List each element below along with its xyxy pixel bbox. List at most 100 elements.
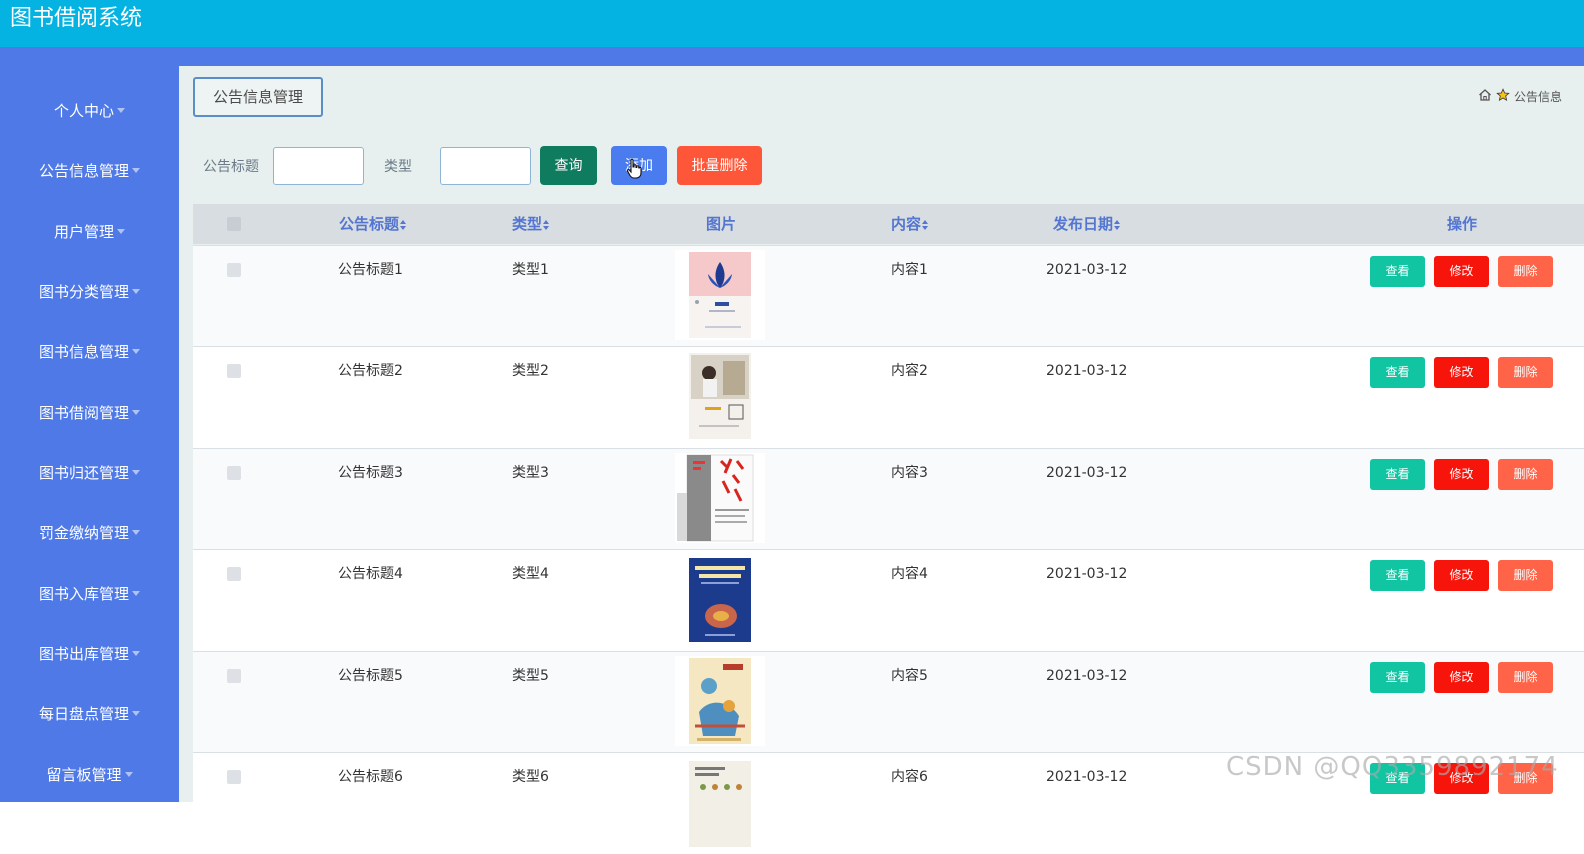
view-button[interactable]: 查看 xyxy=(1370,560,1425,591)
edit-button[interactable]: 修改 xyxy=(1434,256,1489,287)
query-button[interactable]: 查询 xyxy=(540,146,597,185)
row-checkbox[interactable] xyxy=(227,567,241,581)
delete-button[interactable]: 删除 xyxy=(1498,459,1553,490)
column-header-title[interactable]: 公告标题 xyxy=(339,204,407,244)
sort-icon[interactable] xyxy=(543,219,550,230)
view-button[interactable]: 查看 xyxy=(1370,357,1425,388)
book-cover-image xyxy=(675,351,765,441)
sidebar-item-message-board[interactable]: 留言板管理 xyxy=(0,760,179,790)
table-row: 公告标题2 类型2 内容2 2021-03-12 查看 修改 删除 xyxy=(193,346,1584,448)
sidebar-item-label: 留言板管理 xyxy=(46,766,122,784)
column-header-content[interactable]: 内容 xyxy=(891,204,929,244)
sidebar-item-announcements[interactable]: 公告信息管理 xyxy=(0,156,179,186)
sidebar-item-stock-in[interactable]: 图书入库管理 xyxy=(0,579,179,609)
sort-icon[interactable] xyxy=(1114,219,1121,230)
row-type: 类型3 xyxy=(512,465,549,481)
sidebar-item-borrowing[interactable]: 图书借阅管理 xyxy=(0,398,179,428)
table-header: 公告标题 类型 图片 内容 发布日期 操作 xyxy=(193,204,1584,244)
type-search-input[interactable] xyxy=(440,147,531,185)
row-title: 公告标题3 xyxy=(338,465,403,481)
row-date: 2021-03-12 xyxy=(1046,262,1128,278)
sidebar-item-stock-out[interactable]: 图书出库管理 xyxy=(0,639,179,669)
row-title: 公告标题2 xyxy=(338,363,403,379)
row-content: 内容4 xyxy=(891,566,928,582)
column-header-label: 发布日期 xyxy=(1053,215,1114,233)
watermark: CSDN @QQ3359892174 xyxy=(1226,752,1559,782)
app-title: 图书借阅系统 xyxy=(10,6,143,31)
row-date: 2021-03-12 xyxy=(1046,566,1128,582)
column-header-type[interactable]: 类型 xyxy=(512,204,550,244)
sidebar-item-book-categories[interactable]: 图书分类管理 xyxy=(0,277,179,307)
sidebar-item-label: 图书出库管理 xyxy=(38,645,129,663)
sidebar-item-daily-inventory[interactable]: 每日盘点管理 xyxy=(0,699,179,729)
row-checkbox[interactable] xyxy=(227,770,241,784)
book-cover-image xyxy=(675,757,765,847)
column-header-date[interactable]: 发布日期 xyxy=(1053,204,1121,244)
sidebar-item-label: 图书入库管理 xyxy=(38,585,129,603)
sidebar-item-returns[interactable]: 图书归还管理 xyxy=(0,458,179,488)
row-content: 内容6 xyxy=(891,769,928,785)
table-row: 公告标题3 类型3 内容3 2021-03-12 查看 修改 删除 xyxy=(193,448,1584,550)
sidebar-item-label: 图书信息管理 xyxy=(38,343,129,361)
star-icon xyxy=(1496,87,1510,105)
delete-button[interactable]: 删除 xyxy=(1498,560,1553,591)
row-checkbox[interactable] xyxy=(227,669,241,683)
table-row: 公告标题5 类型5 内容5 2021-03-12 查看 修改 删除 xyxy=(193,651,1584,753)
sidebar: 个人中心 公告信息管理 用户管理 图书分类管理 图书信息管理 图书借阅管理 图书… xyxy=(0,66,179,802)
delete-button[interactable]: 删除 xyxy=(1498,662,1553,693)
edit-button[interactable]: 修改 xyxy=(1434,560,1489,591)
table-row: 公告标题4 类型4 内容4 2021-03-12 查看 修改 删除 xyxy=(193,549,1584,651)
caret-down-icon xyxy=(132,590,140,596)
view-button[interactable]: 查看 xyxy=(1370,662,1425,693)
book-cover-image xyxy=(675,453,765,543)
title-search-input[interactable] xyxy=(273,147,364,185)
sidebar-item-personal-center[interactable]: 个人中心 xyxy=(0,96,179,126)
book-cover-image xyxy=(675,250,765,340)
edit-button[interactable]: 修改 xyxy=(1434,662,1489,693)
sidebar-item-label: 公告信息管理 xyxy=(38,162,129,180)
column-header-label: 内容 xyxy=(891,215,922,233)
row-title: 公告标题4 xyxy=(338,566,403,582)
row-content: 内容5 xyxy=(891,668,928,684)
sort-icon[interactable] xyxy=(922,219,929,230)
row-date: 2021-03-12 xyxy=(1046,363,1128,379)
caret-down-icon xyxy=(117,107,125,113)
caret-down-icon xyxy=(132,650,140,656)
row-content: 内容2 xyxy=(891,363,928,379)
breadcrumb-current[interactable]: 公告信息 xyxy=(1514,88,1562,105)
edit-button[interactable]: 修改 xyxy=(1434,357,1489,388)
sidebar-item-label: 图书归还管理 xyxy=(38,464,129,482)
view-button[interactable]: 查看 xyxy=(1370,459,1425,490)
type-filter-label: 类型 xyxy=(384,159,412,175)
sidebar-item-fines[interactable]: 罚金缴纳管理 xyxy=(0,518,179,548)
sidebar-item-label: 每日盘点管理 xyxy=(38,705,129,723)
row-title: 公告标题6 xyxy=(338,769,403,785)
breadcrumb: 公告信息 xyxy=(1478,87,1562,105)
view-button[interactable]: 查看 xyxy=(1370,256,1425,287)
sort-icon[interactable] xyxy=(400,219,407,230)
table-row: 公告标题1 类型1 内容1 2021-03-12 查看 修改 删除 xyxy=(193,245,1584,347)
sidebar-item-users[interactable]: 用户管理 xyxy=(0,217,179,247)
row-checkbox[interactable] xyxy=(227,466,241,480)
row-date: 2021-03-12 xyxy=(1046,465,1128,481)
caret-down-icon xyxy=(132,167,140,173)
batch-delete-button[interactable]: 批量删除 xyxy=(677,146,762,185)
home-icon[interactable] xyxy=(1478,88,1492,105)
top-bar: 图书借阅系统 xyxy=(0,0,1584,47)
hand-cursor-icon xyxy=(626,158,642,185)
title-filter-label: 公告标题 xyxy=(203,159,259,175)
column-header-image: 图片 xyxy=(706,215,737,233)
edit-button[interactable]: 修改 xyxy=(1434,459,1489,490)
delete-button[interactable]: 删除 xyxy=(1498,256,1553,287)
delete-button[interactable]: 删除 xyxy=(1498,357,1553,388)
row-type: 类型5 xyxy=(512,668,549,684)
page-title: 公告信息管理 xyxy=(193,77,323,117)
row-checkbox[interactable] xyxy=(227,364,241,378)
select-all-checkbox[interactable] xyxy=(227,217,241,231)
sidebar-item-book-info[interactable]: 图书信息管理 xyxy=(0,337,179,367)
row-type: 类型4 xyxy=(512,566,549,582)
row-date: 2021-03-12 xyxy=(1046,668,1128,684)
row-checkbox[interactable] xyxy=(227,263,241,277)
book-cover-image xyxy=(675,656,765,746)
caret-down-icon xyxy=(132,529,140,535)
